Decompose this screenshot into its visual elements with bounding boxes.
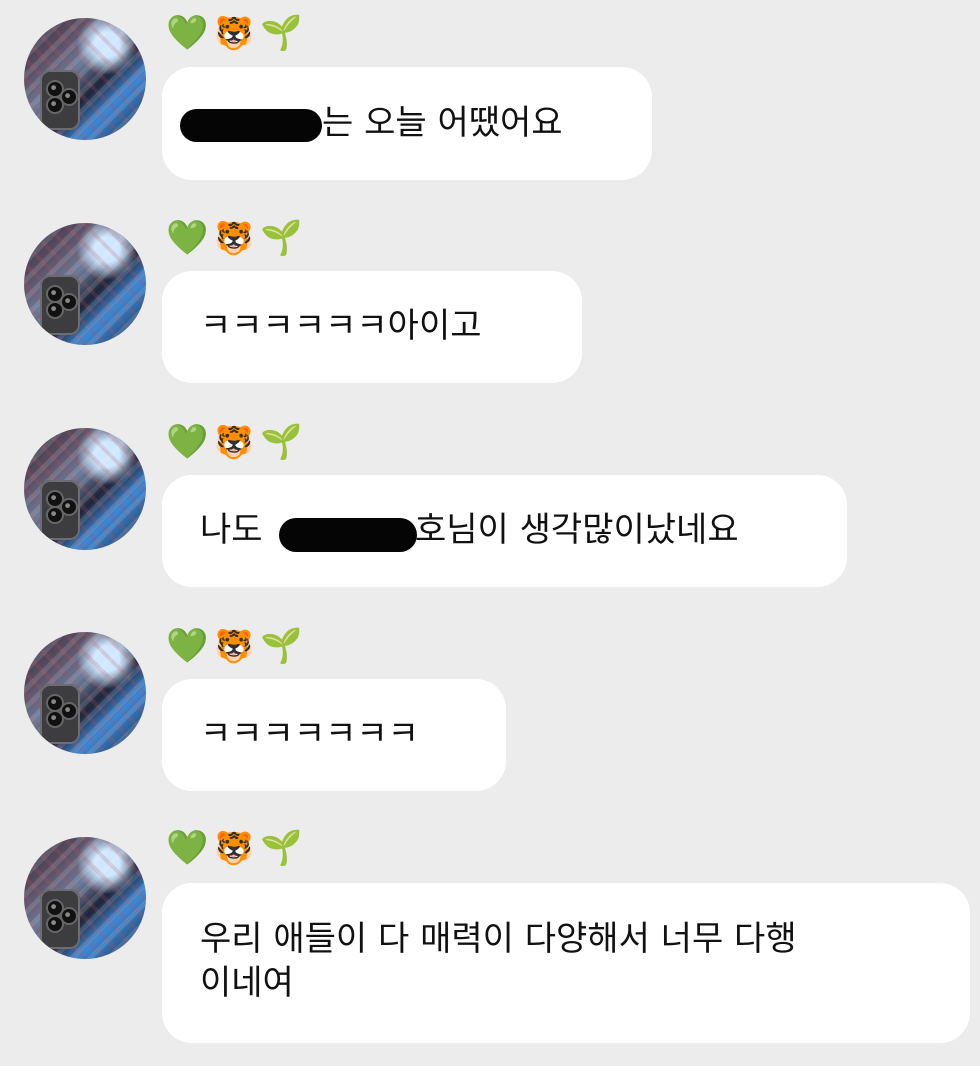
green-heart-icon: 💚 [166, 218, 209, 258]
message-bubble[interactable]: ㅋㅋㅋㅋㅋㅋㅋ [162, 679, 506, 791]
avatar[interactable] [24, 223, 146, 345]
green-heart-icon: 💚 [166, 422, 209, 462]
phone-icon [40, 275, 80, 335]
avatar[interactable] [24, 428, 146, 550]
seedling-icon: 🌱 [260, 13, 303, 53]
seedling-icon: 🌱 [260, 626, 303, 666]
message-bubble[interactable]: 우리 애들이 다 매력이 다양해서 너무 다행 이네여 [162, 883, 970, 1043]
tiger-face-icon: 🐯 [214, 829, 255, 867]
chat-thread: 💚 🐯 🌱 는 오늘 어땠어요 💚 🐯 🌱 ㅋㅋㅋㅋㅋㅋ아이고 💚 🐯 🌱 나도… [0, 0, 980, 1066]
message-text: 우리 애들이 다 매력이 다양해서 너무 다행 이네여 [200, 919, 797, 1003]
seedling-icon: 🌱 [260, 828, 303, 868]
camera-lens-icon [46, 915, 64, 933]
camera-lens-icon [46, 506, 64, 524]
phone-icon [40, 684, 80, 744]
message-text-prefix: 나도 [200, 510, 263, 550]
message-text: ㅋㅋㅋㅋㅋㅋ아이고 [200, 306, 482, 346]
seedling-icon: 🌱 [260, 422, 303, 462]
seedling-icon: 🌱 [260, 218, 303, 258]
camera-lens-icon [46, 710, 64, 728]
nickname-emoji-row: 💚 🐯 🌱 [166, 420, 303, 464]
phone-icon [40, 70, 80, 130]
redaction-bar [279, 518, 417, 552]
green-heart-icon: 💚 [166, 626, 209, 666]
message-text: ㅋㅋㅋㅋㅋㅋㅋ [200, 714, 419, 754]
message-bubble[interactable]: ㅋㅋㅋㅋㅋㅋ아이고 [162, 271, 582, 383]
nickname-emoji-row: 💚 🐯 🌱 [166, 624, 303, 668]
message-text: 는 오늘 어땠어요 [322, 103, 563, 143]
green-heart-icon: 💚 [166, 13, 209, 53]
redaction-bar [180, 109, 322, 142]
tiger-face-icon: 🐯 [214, 423, 255, 461]
phone-icon [40, 480, 80, 540]
camera-lens-icon [46, 301, 64, 319]
message-bubble[interactable]: 나도 호님이 생각많이났네요 [162, 475, 847, 587]
green-heart-icon: 💚 [166, 828, 209, 868]
phone-icon [40, 889, 80, 949]
nickname-emoji-row: 💚 🐯 🌱 [166, 826, 303, 870]
nickname-emoji-row: 💚 🐯 🌱 [166, 11, 303, 55]
tiger-face-icon: 🐯 [214, 14, 255, 52]
tiger-face-icon: 🐯 [214, 219, 255, 257]
message-bubble[interactable]: 는 오늘 어땠어요 [162, 67, 652, 180]
camera-lens-icon [46, 96, 64, 114]
message-text-suffix: 호님이 생각많이났네요 [415, 510, 739, 550]
avatar[interactable] [24, 837, 146, 959]
avatar[interactable] [24, 18, 146, 140]
tiger-face-icon: 🐯 [214, 627, 255, 665]
nickname-emoji-row: 💚 🐯 🌱 [166, 216, 303, 260]
avatar[interactable] [24, 632, 146, 754]
